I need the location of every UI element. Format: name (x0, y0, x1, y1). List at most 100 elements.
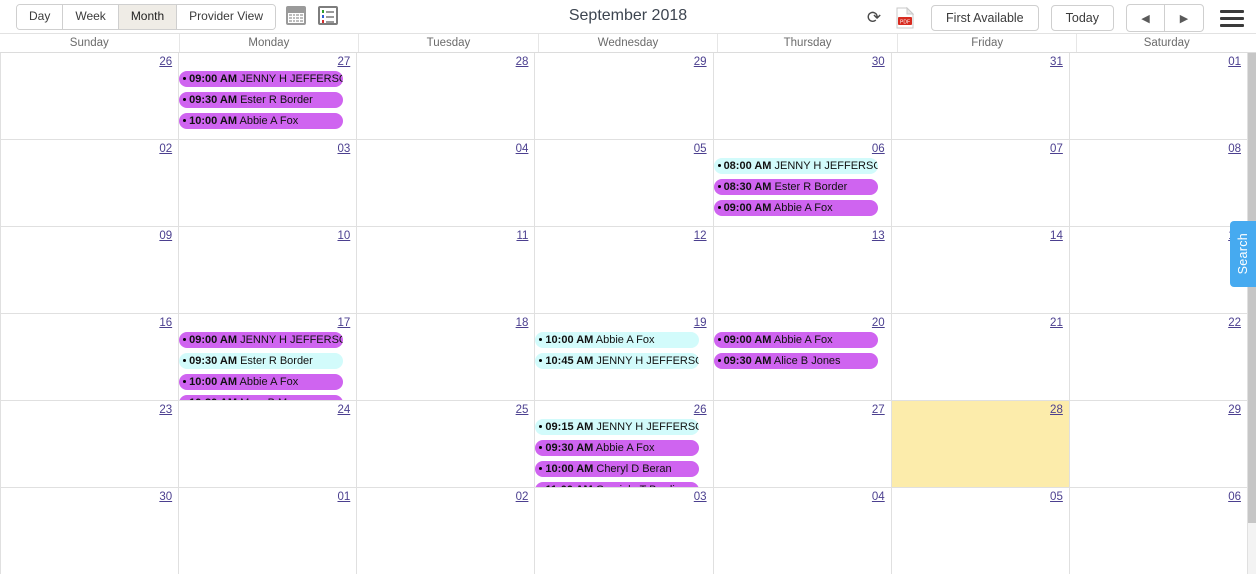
appointment-item[interactable]: 10:00 AM Cheryl D Beran (535, 461, 700, 477)
day-cell[interactable]: 25 (357, 401, 536, 487)
day-number-link[interactable]: 28 (1050, 403, 1063, 417)
day-number-link[interactable]: 09 (159, 229, 172, 243)
day-number-link[interactable]: 07 (1050, 142, 1063, 156)
day-cell[interactable]: 24 (179, 401, 358, 487)
day-cell[interactable]: 05 (891, 488, 1070, 574)
first-available-button[interactable]: First Available (931, 5, 1039, 31)
day-number-link[interactable]: 29 (1228, 403, 1241, 417)
appointment-item[interactable]: 10:00 AM Abbie A Fox (179, 374, 344, 390)
day-number-link[interactable]: 06 (872, 142, 885, 156)
day-cell[interactable]: 29 (535, 53, 714, 139)
previous-period-button[interactable]: ◀ (1127, 5, 1165, 31)
day-cell[interactable]: 04 (357, 140, 536, 226)
day-number-link[interactable]: 16 (159, 316, 172, 330)
next-period-button[interactable]: ▶ (1165, 5, 1203, 31)
day-cell[interactable]: 29 (1069, 401, 1248, 487)
today-button[interactable]: Today (1050, 5, 1114, 31)
day-number-link[interactable]: 23 (159, 403, 172, 417)
search-tab[interactable]: Search (1230, 221, 1256, 287)
day-number-link[interactable]: 05 (694, 142, 707, 156)
day-number-link[interactable]: 13 (872, 229, 885, 243)
appointment-item[interactable]: 08:30 AM Ester R Border (713, 179, 878, 195)
day-cell[interactable]: 10 (179, 227, 358, 313)
day-number-link[interactable]: 27 (872, 403, 885, 417)
day-cell[interactable]: 14 (891, 227, 1070, 313)
pdf-export-icon[interactable]: PDF (891, 5, 919, 31)
day-cell[interactable]: 20 09:00 AM Abbie A Fox 09:30 AM Alice B J… (713, 314, 892, 400)
day-cell[interactable]: 02 (0, 140, 180, 226)
day-cell[interactable]: 12 (535, 227, 714, 313)
day-cell[interactable]: 21 (891, 314, 1070, 400)
vertical-scrollbar[interactable] (1248, 53, 1256, 574)
day-number-link[interactable]: 01 (337, 490, 350, 504)
day-cell[interactable]: 27 (713, 401, 892, 487)
day-cell[interactable]: 16 (0, 314, 180, 400)
day-number-link[interactable]: 03 (337, 142, 350, 156)
day-number-link[interactable]: 02 (516, 490, 529, 504)
day-number-link[interactable]: 28 (516, 55, 529, 69)
day-number-link[interactable]: 10 (337, 229, 350, 243)
day-number-link[interactable]: 06 (1228, 490, 1241, 504)
day-cell[interactable]: 13 (713, 227, 892, 313)
day-cell[interactable]: 09 (0, 227, 180, 313)
day-number-link[interactable]: 19 (694, 316, 707, 330)
day-cell[interactable]: 26 09:15 AM JENNY H JEFFERSON 09:30 AM Abb… (535, 401, 714, 487)
appointment-item[interactable]: 09:00 AM Abbie A Fox (713, 332, 878, 348)
hamburger-menu-icon[interactable] (1220, 7, 1244, 29)
day-cell[interactable]: 31 (891, 53, 1070, 139)
calendar-grid-icon[interactable] (285, 6, 308, 28)
day-number-link[interactable]: 01 (1228, 55, 1241, 69)
day-cell[interactable]: 1709:00 AM JENNY H JEFFERSON09:30 AM Est… (179, 314, 358, 400)
appointment-item[interactable]: 09:30 AM Alice B Jones (713, 353, 878, 369)
day-cell[interactable]: 23 (0, 401, 180, 487)
day-number-link[interactable]: 05 (1050, 490, 1063, 504)
day-number-link[interactable]: 04 (516, 142, 529, 156)
appointment-item[interactable]: 09:30 AM Abbie A Fox (535, 440, 700, 456)
day-cell[interactable]: 06 08:00 AM JENNY H JEFFERSON 08:30 AM Est… (713, 140, 892, 226)
day-cell[interactable]: 02 (357, 488, 536, 574)
day-number-link[interactable]: 30 (159, 490, 172, 504)
appointment-item[interactable]: 10:00 AM Abbie A Fox (535, 332, 700, 348)
day-cell[interactable]: 03 (179, 140, 358, 226)
day-number-link[interactable]: 30 (872, 55, 885, 69)
day-number-link[interactable]: 21 (1050, 316, 1063, 330)
day-number-link[interactable]: 03 (694, 490, 707, 504)
day-number-link[interactable]: 25 (516, 403, 529, 417)
day-cell[interactable]: 11 (357, 227, 536, 313)
day-number-link[interactable]: 14 (1050, 229, 1063, 243)
day-cell[interactable]: 01 (1069, 53, 1248, 139)
appointment-item[interactable]: 09:00 AM JENNY H JEFFERSON (179, 332, 344, 348)
appointment-item[interactable]: 08:00 AM JENNY H JEFFERSON (713, 158, 878, 174)
scrollbar-thumb[interactable] (1248, 53, 1256, 523)
day-number-link[interactable]: 08 (1228, 142, 1241, 156)
day-cell[interactable]: 08 (1069, 140, 1248, 226)
day-number-link[interactable]: 18 (516, 316, 529, 330)
view-mode-day-button[interactable]: Day (17, 5, 64, 29)
day-cell[interactable]: 26 (0, 53, 180, 139)
day-number-link[interactable]: 29 (694, 55, 707, 69)
appointment-item[interactable]: 10:45 AM JENNY H JEFFERSON (535, 353, 700, 369)
day-number-link[interactable]: 26 (694, 403, 707, 417)
day-cell[interactable]: 22 (1069, 314, 1248, 400)
appointment-item[interactable]: 10:00 AM Abbie A Fox (179, 113, 344, 129)
day-cell[interactable]: 18 (357, 314, 536, 400)
day-cell[interactable]: 28 (357, 53, 536, 139)
view-mode-month-button[interactable]: Month (118, 5, 178, 29)
day-cell[interactable]: 2709:00 AM JENNY H JEFFERSON09:30 AM Est… (179, 53, 358, 139)
appointment-item[interactable]: 09:15 AM JENNY H JEFFERSON (535, 419, 700, 435)
appointment-item[interactable]: 09:00 AM JENNY H JEFFERSON (179, 71, 344, 87)
day-number-link[interactable]: 11 (516, 229, 528, 243)
day-cell[interactable]: 30 (713, 53, 892, 139)
day-cell[interactable]: 07 (891, 140, 1070, 226)
day-number-link[interactable]: 02 (159, 142, 172, 156)
appointment-item[interactable]: 10:30 AM Mary B Man (179, 395, 344, 400)
day-cell-selected[interactable]: 28 (891, 401, 1070, 487)
day-cell[interactable]: 03 (535, 488, 714, 574)
refresh-icon[interactable]: ⟳ (861, 5, 887, 31)
appointment-item[interactable]: 09:30 AM Ester R Border (179, 353, 344, 369)
day-cell[interactable]: 04 (713, 488, 892, 574)
day-number-link[interactable]: 04 (872, 490, 885, 504)
day-cell[interactable]: 15 (1069, 227, 1248, 313)
list-view-icon[interactable] (317, 6, 340, 28)
day-number-link[interactable]: 31 (1050, 55, 1063, 69)
